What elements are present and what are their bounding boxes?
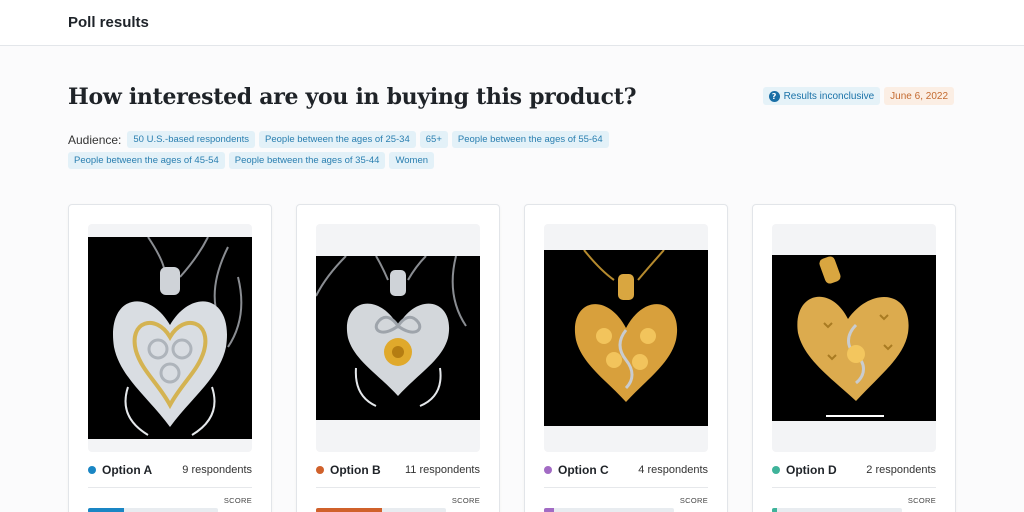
score-label: SCORE xyxy=(451,496,480,505)
audience-tag[interactable]: People between the ages of 55-64 xyxy=(451,131,609,148)
option-color-dot xyxy=(544,466,552,474)
audience-tag[interactable]: 50 U.S.-based respondents xyxy=(127,131,256,148)
audience-tag[interactable]: People between the ages of 35-44 xyxy=(228,152,386,169)
audience-tag[interactable]: People between the ages of 45-54 xyxy=(68,152,225,169)
score-bar-fill xyxy=(772,508,778,512)
option-color-dot xyxy=(772,466,780,474)
score-bar xyxy=(88,508,218,512)
score-bar xyxy=(316,508,446,512)
audience-list: Audience: 50 U.S.-based respondents Peop… xyxy=(68,131,628,169)
poll-date-badge: June 6, 2022 xyxy=(884,87,954,105)
poll-results-page: How interested are you in buying this pr… xyxy=(0,46,1024,512)
score-label: SCORE xyxy=(907,496,936,505)
option-label: Option D xyxy=(786,463,837,477)
option-image[interactable] xyxy=(544,224,708,452)
option-header: Option B 11 respondents xyxy=(316,463,480,477)
page-header-title: Poll results xyxy=(68,14,149,31)
respondent-count: 2 respondents xyxy=(866,464,936,476)
option-label: Option C xyxy=(558,463,609,477)
heart-pendant-image xyxy=(88,237,252,439)
option-name: Option C xyxy=(544,463,609,477)
question-circle-icon: ? xyxy=(768,90,780,102)
respondent-count: 11 respondents xyxy=(404,464,480,476)
option-color-dot xyxy=(88,466,96,474)
respondent-count: 4 respondents xyxy=(638,464,708,476)
option-header: Option C 4 respondents xyxy=(544,463,708,477)
score-bar-fill xyxy=(316,508,383,512)
score-bar xyxy=(772,508,902,512)
option-name: Option B xyxy=(316,463,381,477)
results-status-label: Results inconclusive xyxy=(783,90,875,102)
score-label: SCORE xyxy=(679,496,708,505)
top-bar: Poll results xyxy=(0,0,1024,46)
score-label: SCORE xyxy=(223,496,252,505)
divider xyxy=(772,487,936,488)
option-name: Option D xyxy=(772,463,837,477)
option-color-dot xyxy=(316,466,324,474)
option-image[interactable] xyxy=(88,224,252,452)
audience-tag[interactable]: 65+ xyxy=(419,131,448,148)
divider xyxy=(544,487,708,488)
audience-tag[interactable]: People between the ages of 25-34 xyxy=(259,131,416,148)
option-card-d[interactable]: Option D 2 respondents SCORE xyxy=(752,204,956,512)
audience-label: Audience: xyxy=(68,132,122,147)
score-bar-fill xyxy=(544,508,555,512)
option-card-b[interactable]: Option B 11 respondents SCORE xyxy=(296,204,500,512)
option-image[interactable] xyxy=(772,224,936,452)
results-status-badge[interactable]: ? Results inconclusive xyxy=(762,87,881,105)
option-label: Option B xyxy=(330,463,381,477)
option-image[interactable] xyxy=(316,224,480,452)
option-header: Option D 2 respondents xyxy=(772,463,936,477)
score-bar xyxy=(544,508,674,512)
option-card-a[interactable]: Option A 9 respondents SCORE xyxy=(68,204,272,512)
respondent-count: 9 respondents xyxy=(182,464,252,476)
score-bar-fill xyxy=(88,508,125,512)
heart-pendant-image xyxy=(772,255,936,421)
heart-pendant-image xyxy=(316,256,480,420)
option-cards: Option A 9 respondents SCORE Option B 11… xyxy=(68,204,956,512)
divider xyxy=(316,487,480,488)
option-name: Option A xyxy=(88,463,152,477)
status-group: ? Results inconclusive June 6, 2022 xyxy=(762,87,954,105)
audience-tag[interactable]: Women xyxy=(389,152,435,169)
divider xyxy=(88,487,252,488)
option-label: Option A xyxy=(102,463,153,477)
option-card-c[interactable]: Option C 4 respondents SCORE xyxy=(524,204,728,512)
poll-question: How interested are you in buying this pr… xyxy=(68,84,637,110)
option-header: Option A 9 respondents xyxy=(88,463,252,477)
heart-pendant-image xyxy=(544,250,708,426)
